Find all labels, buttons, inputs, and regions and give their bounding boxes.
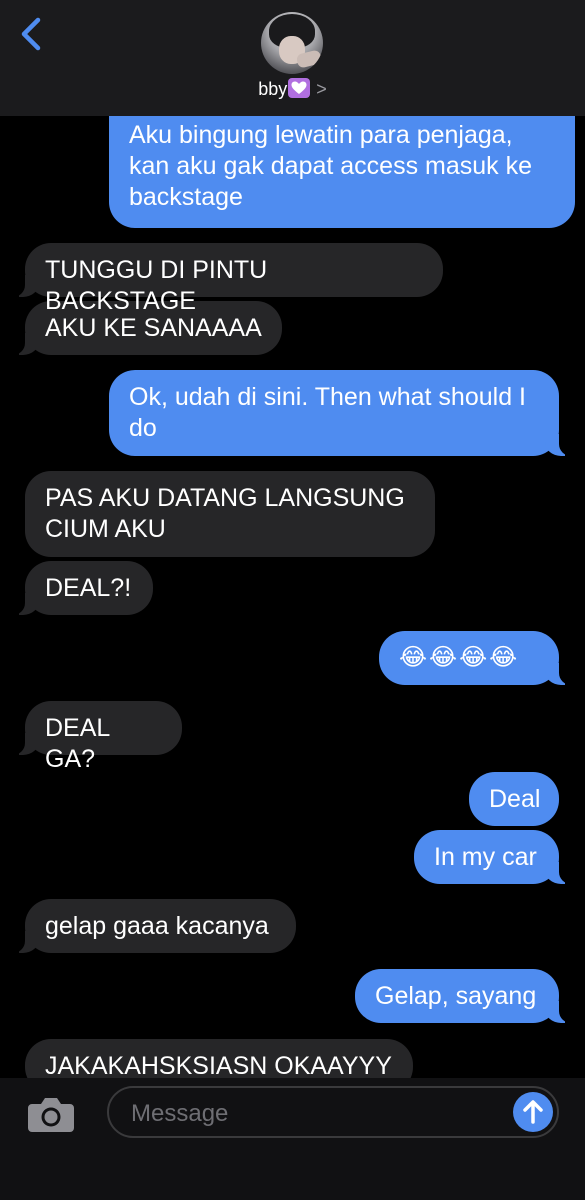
back-button[interactable] [14,12,50,56]
message-bubble-incoming[interactable]: DEAL?! [11,561,153,615]
message-bubble-outgoing[interactable]: In my car [414,830,573,884]
chevron-left-icon [21,17,41,51]
message-text: PAS AKU DATANG LANGSUNG CIUM AKU [45,484,405,543]
message-text: Gelap, sayang [375,982,537,1010]
compose-bar: Message [0,1078,585,1200]
contact-avatar[interactable] [261,12,323,74]
contact-name-button[interactable]: bby > [0,78,585,100]
message-bubble-incoming[interactable]: PAS AKU DATANG LANGSUNG CIUM AKU [25,471,435,557]
message-bubble-incoming[interactable]: gelap gaaa kacanya [11,899,296,953]
message-bubble-outgoing[interactable]: Ok, udah di sini. Then what should I do [109,370,573,456]
message-input-placeholder: Message [131,1100,229,1127]
message-thread[interactable]: Aku bingung lewatin para penjaga, kan ak… [0,0,585,1078]
message-text: JAKAKAHSKSIASN OKAAYYY [45,1052,392,1078]
message-text: gelap gaaa kacanya [45,912,269,940]
message-bubble-outgoing[interactable]: Aku bingung lewatin para penjaga, kan ak… [109,108,575,228]
contact-name: bby [258,79,288,99]
message-text: 😂😂😂😂 [399,644,520,671]
message-text: DEAL GA? [45,714,110,773]
message-text: Aku bingung lewatin para penjaga, kan ak… [129,121,533,211]
message-text: Deal [489,785,541,813]
message-bubble-outgoing[interactable]: Deal [469,772,559,826]
chevron-right-icon: > [316,79,327,99]
message-text: AKU KE SANAAAA [45,314,262,342]
message-input[interactable]: Message [107,1086,559,1138]
message-text: Ok, udah di sini. Then what should I do [129,383,526,442]
white-heart-icon [288,78,311,98]
conversation-header: bby > [0,0,585,116]
message-bubble-outgoing[interactable]: 😂😂😂😂 [379,631,573,685]
message-bubble-incoming[interactable]: JAKAKAHSKSIASN OKAAYYY [25,1039,413,1078]
message-text: DEAL?! [45,574,132,602]
camera-button[interactable] [26,1094,76,1134]
messages-screen: Aku bingung lewatin para penjaga, kan ak… [0,0,585,1200]
message-text: In my car [434,843,537,871]
send-arrow-up-icon [523,1100,543,1124]
camera-icon [28,1098,74,1132]
message-bubble-outgoing[interactable]: Gelap, sayang [355,969,573,1023]
message-bubble-incoming[interactable]: DEAL GA? [11,701,182,773]
message-bubble-incoming[interactable]: TUNGGU DI PINTU BACKSTAGE [11,243,443,315]
send-button[interactable] [513,1092,553,1132]
